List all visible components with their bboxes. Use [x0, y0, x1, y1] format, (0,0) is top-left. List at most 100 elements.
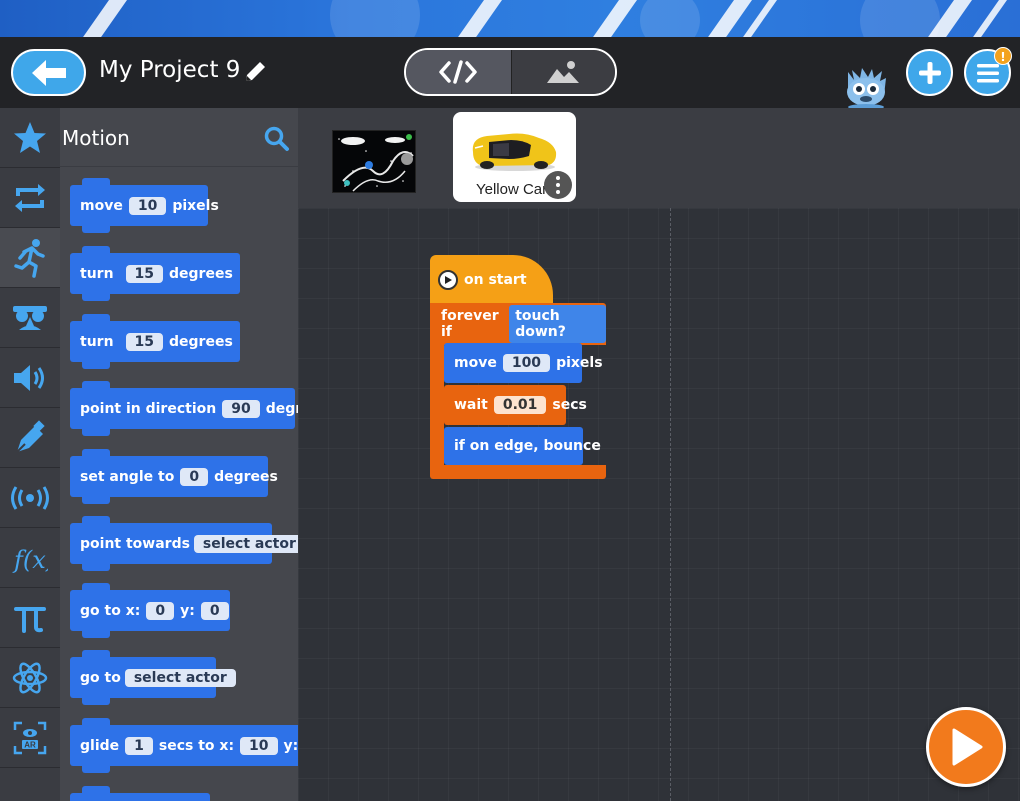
script-wait-suffix: secs	[552, 397, 587, 413]
canvas-center-guide	[670, 208, 671, 801]
code-brackets-icon	[439, 60, 477, 84]
mode-toggle[interactable]	[404, 48, 617, 96]
category-favorites[interactable]	[0, 108, 60, 168]
partial-block[interactable]	[70, 786, 210, 801]
edit-pencil-icon[interactable]	[242, 59, 268, 89]
on-start-label: on start	[464, 272, 527, 288]
app-header: My Project 9 !	[0, 37, 1020, 110]
actor-card-yellow-car[interactable]: Yellow Car	[453, 112, 576, 202]
go-to-actor-selector[interactable]: select actor	[124, 668, 236, 687]
yellow-car-icon	[472, 133, 557, 171]
atom-icon	[12, 662, 48, 693]
script-move-block[interactable]: move 100 pixels	[444, 343, 603, 383]
script-wait-label: wait	[454, 397, 488, 413]
go-to-actor-label: go to	[80, 669, 121, 686]
turn-ccw-label: turn	[80, 333, 114, 350]
category-physics[interactable]	[0, 648, 60, 708]
plus-icon	[918, 61, 941, 84]
svg-text:AR: AR	[24, 740, 36, 749]
category-functions[interactable]: f(x)	[0, 528, 60, 588]
turn-ccw-value[interactable]: 15	[125, 332, 164, 351]
script-wait-value[interactable]: 0.01	[493, 396, 547, 414]
top-banner	[0, 0, 1020, 37]
glide-label: glide	[80, 737, 120, 754]
monster-mascot-icon[interactable]	[842, 66, 890, 110]
glide-y-label: y:	[283, 737, 298, 754]
play-circle-icon	[438, 270, 458, 290]
turn-cw-suffix: degrees	[169, 265, 233, 282]
stage-background-thumbnail[interactable]	[332, 130, 416, 193]
go-to-actor-block[interactable]: go to select actor	[70, 650, 236, 705]
actor-name: Yellow Car	[476, 181, 548, 198]
category-ar[interactable]: AR	[0, 708, 60, 768]
glide-secs-value[interactable]: 1	[125, 736, 153, 755]
forever-arm	[430, 345, 444, 467]
category-sound[interactable]	[0, 348, 60, 408]
turn-cw-value[interactable]: 15	[125, 264, 164, 283]
category-math[interactable]	[0, 588, 60, 648]
search-icon[interactable]	[264, 126, 290, 156]
pi-icon	[14, 606, 46, 633]
go-to-xy-label: go to x:	[80, 602, 141, 619]
code-canvas[interactable]	[298, 208, 1020, 801]
script-bounce-label: if on edge, bounce	[454, 438, 601, 454]
palette-divider	[60, 166, 298, 167]
set-angle-block[interactable]: set angle to 0 degrees	[70, 449, 278, 504]
touch-down-condition[interactable]: touch down?	[509, 305, 606, 343]
play-icon	[952, 728, 983, 766]
category-pen[interactable]	[0, 408, 60, 468]
code-mode-tab[interactable]	[406, 50, 511, 94]
glide-mid-label: secs to x:	[158, 737, 235, 754]
script-move-value[interactable]: 100	[502, 354, 551, 372]
category-control[interactable]	[0, 168, 60, 228]
glide-block[interactable]: glide 1 secs to x: 10 y: 0	[70, 718, 298, 773]
move-label: move	[80, 197, 123, 214]
back-button[interactable]	[11, 49, 86, 96]
back-arrow-icon	[31, 59, 66, 86]
broadcast-icon	[11, 485, 49, 510]
add-button[interactable]	[906, 49, 953, 96]
script-wait-block[interactable]: wait 0.01 secs	[444, 385, 587, 425]
move-value[interactable]: 10	[128, 196, 167, 215]
glide-x-value[interactable]: 10	[240, 736, 278, 755]
point-direction-label: point in direction	[80, 400, 217, 417]
svg-text:f(x): f(x)	[12, 546, 48, 574]
forever-footer	[430, 465, 606, 479]
set-angle-label: set angle to	[80, 468, 175, 485]
point-in-direction-block[interactable]: point in direction 90 degrees	[70, 381, 298, 436]
turn-cw-label: turn	[80, 265, 114, 282]
palette-title: Motion	[62, 126, 130, 150]
turn-counterclockwise-block[interactable]: turn 15 degrees	[70, 314, 240, 369]
block-palette: Motion move 10 pixels turn 15 degrees tu…	[60, 108, 298, 801]
disguise-glasses-icon	[13, 305, 47, 330]
hamburger-icon	[976, 63, 999, 82]
point-towards-selector[interactable]: select actor	[193, 534, 298, 553]
play-button[interactable]	[926, 707, 1006, 787]
go-to-y-value[interactable]: 0	[200, 601, 229, 620]
turn-clockwise-block[interactable]: turn 15 degrees	[70, 246, 240, 301]
turn-ccw-suffix: degrees	[169, 333, 233, 350]
speaker-icon	[14, 364, 44, 391]
go-to-xy-block[interactable]: go to x: 0 y: 0	[70, 583, 230, 638]
running-figure-icon	[14, 238, 45, 278]
point-towards-label: point towards	[80, 535, 190, 552]
point-towards-block[interactable]: point towards select actor	[70, 516, 298, 571]
go-to-x-value[interactable]: 0	[146, 601, 175, 620]
scene-mode-tab[interactable]	[510, 50, 615, 94]
category-motion[interactable]	[0, 228, 60, 288]
category-broadcast[interactable]	[0, 468, 60, 528]
point-direction-value[interactable]: 90	[222, 399, 260, 418]
set-angle-value[interactable]: 0	[180, 467, 209, 486]
script-move-suffix: pixels	[556, 355, 603, 371]
forever-if-label: forever if	[441, 308, 499, 340]
project-title[interactable]: My Project 9	[99, 57, 240, 83]
more-options-icon[interactable]	[544, 171, 572, 199]
script-bounce-block[interactable]: if on edge, bounce	[444, 427, 601, 465]
pen-nib-icon	[16, 419, 45, 453]
script-move-label: move	[454, 355, 497, 371]
repeat-icon	[15, 183, 45, 212]
move-block[interactable]: move 10 pixels	[70, 178, 219, 233]
category-looks[interactable]	[0, 288, 60, 348]
notification-badge: !	[994, 47, 1012, 65]
on-start-block[interactable]: on start	[430, 255, 553, 305]
